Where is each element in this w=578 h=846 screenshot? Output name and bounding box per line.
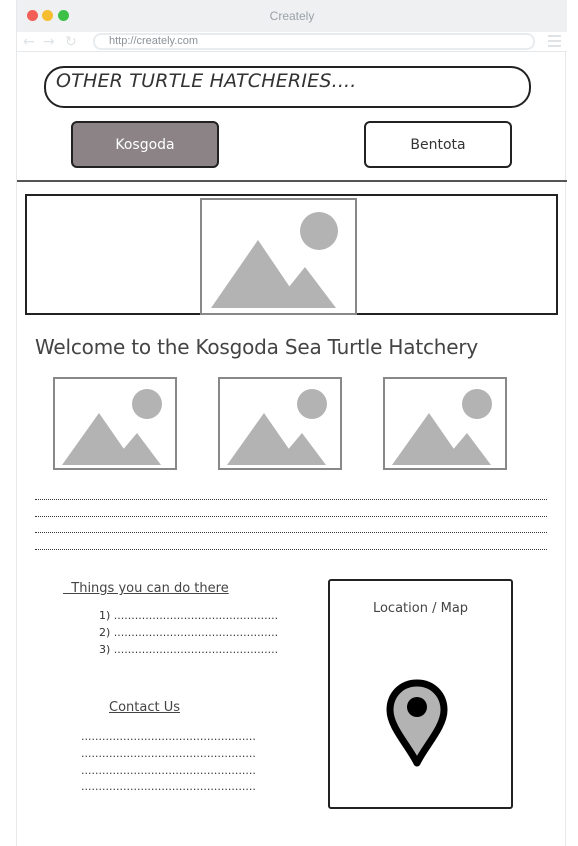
- map-panel[interactable]: Location / Map: [328, 579, 513, 809]
- image-placeholder-icon: [62, 389, 162, 465]
- image-placeholder-icon: [211, 212, 338, 308]
- browser-window: Creately ← → ↻ http://creately.com OTHER…: [16, 0, 567, 846]
- page-header-text: OTHER TURTLE HATCHERIES....: [56, 70, 357, 92]
- url-field[interactable]: http://creately.com: [93, 33, 535, 50]
- contact-line: ........................................…: [81, 730, 256, 743]
- page-header-box: OTHER TURTLE HATCHERIES....: [44, 66, 531, 108]
- text-placeholder-line: [35, 532, 547, 533]
- contact-line: ........................................…: [81, 764, 256, 777]
- things-list-item: 1) .....................................…: [99, 609, 279, 622]
- gallery-image-1: [53, 377, 177, 470]
- map-pin-icon: [386, 679, 448, 767]
- things-list-item: 3) .....................................…: [99, 643, 279, 656]
- gallery-image-2: [218, 377, 342, 470]
- hamburger-menu-icon[interactable]: [548, 35, 561, 47]
- text-placeholder-line: [35, 516, 547, 517]
- hero-image-placeholder: [200, 198, 357, 315]
- things-heading: Things you can do there: [63, 581, 229, 596]
- bentota-button[interactable]: Bentota: [364, 121, 512, 168]
- address-bar: ← → ↻ http://creately.com: [17, 32, 567, 52]
- contact-line: ........................................…: [81, 747, 256, 760]
- map-label: Location / Map: [372, 601, 469, 616]
- text-placeholder-line: [35, 549, 547, 550]
- back-arrow-icon[interactable]: ←: [23, 33, 35, 51]
- image-placeholder-icon: [227, 389, 327, 465]
- forward-arrow-icon[interactable]: →: [43, 33, 55, 51]
- kosgoda-button[interactable]: Kosgoda: [71, 121, 219, 168]
- contact-line: ........................................…: [81, 780, 256, 793]
- gallery-image-3: [383, 377, 507, 470]
- things-list-item: 2) .....................................…: [99, 626, 279, 639]
- reload-icon[interactable]: ↻: [65, 33, 77, 51]
- contact-heading[interactable]: Contact Us: [109, 700, 180, 715]
- title-bar: Creately: [17, 0, 567, 32]
- hero-banner: [25, 194, 558, 315]
- window-title: Creately: [269, 9, 315, 23]
- text-placeholder-line: [35, 499, 547, 500]
- image-placeholder-icon: [392, 389, 492, 465]
- welcome-heading: Welcome to the Kosgoda Sea Turtle Hatche…: [35, 335, 478, 359]
- header-divider: [17, 180, 567, 182]
